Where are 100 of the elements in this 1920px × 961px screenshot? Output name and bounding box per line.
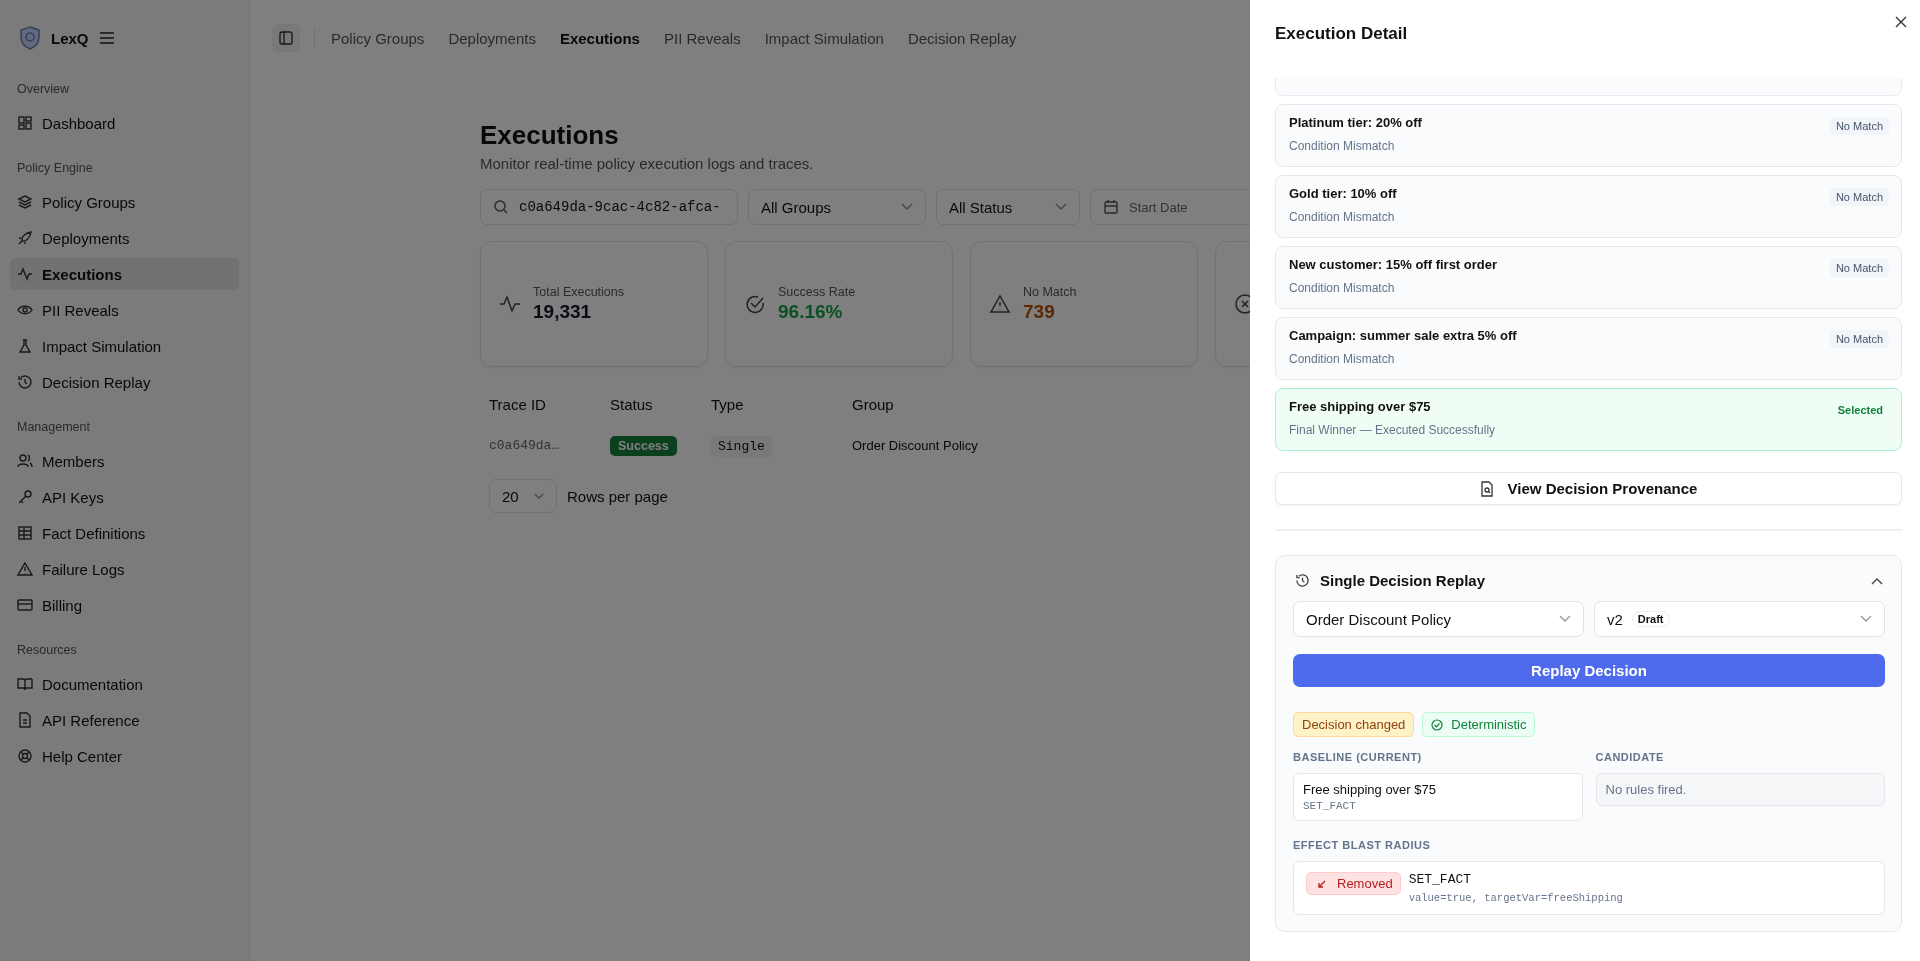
check-circle-icon (744, 293, 766, 315)
sidebar-item[interactable]: PII Reveals (10, 294, 239, 326)
rule-title: Free shipping over $75 (1303, 782, 1437, 797)
column-header: Status (610, 395, 654, 413)
chevron-down-icon (1860, 615, 1872, 623)
rule-reason: Condition Mismatch (1289, 210, 1396, 224)
flask-icon (17, 338, 33, 354)
effect-action: SET_FACT (1408, 872, 1473, 887)
sidebar-icon (278, 30, 294, 46)
status-badge: No Match (1829, 117, 1889, 135)
sidebar-item[interactable]: Failure Logs (10, 553, 239, 585)
arrow-down-left-icon (1317, 878, 1327, 889)
sidebar-item[interactable]: API Keys (10, 481, 239, 513)
sidebar-item[interactable]: Fact Definitions (10, 517, 239, 549)
replay-button[interactable]: Replay Decision (1293, 654, 1885, 687)
history-icon (1295, 573, 1310, 588)
calendar-icon (1103, 199, 1119, 215)
page-size-select[interactable]: 20 (489, 479, 557, 513)
menu-icon[interactable] (98, 31, 115, 45)
page-title: Executions (480, 120, 619, 151)
shield-logo-icon (19, 26, 41, 50)
search-icon (493, 199, 509, 215)
nav-tab[interactable]: Impact Simulation (764, 29, 884, 47)
sidebar-item[interactable]: Help Center (10, 740, 239, 772)
close-icon[interactable] (1895, 16, 1907, 28)
sidebar-item[interactable]: Deployments (10, 222, 239, 254)
rule-title: New customer: 15% off first order (1289, 257, 1498, 272)
decision-changed-badge: Decision changed (1293, 712, 1415, 737)
nav-tab[interactable]: PII Reveals (663, 29, 741, 47)
rule-reason: Final Winner — Executed Successfully (1289, 423, 1496, 437)
view-provenance-button[interactable]: View Decision Provenance (1275, 472, 1902, 505)
history-icon (17, 374, 33, 390)
nav-tab[interactable]: Decision Replay (907, 29, 1017, 47)
table-icon (17, 525, 33, 541)
nav-tab[interactable]: Executions (559, 29, 640, 47)
rule-reason: Condition Mismatch (1289, 281, 1396, 295)
sidebar-item[interactable]: API Reference (10, 704, 239, 736)
table-cell-text: Order Discount Policy (852, 437, 979, 453)
stat-value: 96.16% (778, 301, 844, 323)
deterministic-badge: Deterministic (1422, 712, 1536, 737)
draft-badge: Draft (1631, 611, 1670, 627)
rule-title: Platinum tier: 20% off (1289, 115, 1422, 130)
file-icon (17, 712, 33, 728)
rows-per-page-label: Rows per page (567, 487, 668, 505)
brand-name: LexQ (51, 29, 89, 47)
removed-badge: Removed (1306, 872, 1401, 895)
empty-message: No rules fired. (1605, 782, 1688, 797)
type-badge: Single (711, 436, 772, 457)
check-circle-icon (1431, 718, 1444, 731)
version-label: v2 (1607, 610, 1623, 628)
pulse-icon (499, 293, 521, 315)
sidebar-item[interactable]: Impact Simulation (10, 330, 239, 362)
stat-label: Total Executions (533, 285, 625, 299)
status-badge: Success (610, 436, 677, 456)
table-cell-text: c0a649da… (489, 437, 561, 453)
sidebar-item[interactable]: Executions (10, 258, 239, 290)
nav-tab[interactable]: Deployments (448, 29, 536, 47)
status-select[interactable]: All Status (936, 189, 1080, 225)
page-subtitle: Monitor real-time policy execution logs and traces. (480, 155, 814, 172)
chevron-down-icon (901, 203, 913, 211)
section-heading: Resources (16, 643, 78, 657)
rule-reason: Condition Mismatch (1289, 139, 1396, 153)
card-icon (17, 597, 33, 613)
warning-icon (17, 561, 33, 577)
chevron-down-icon (1055, 203, 1067, 211)
key-icon (17, 489, 33, 505)
column-header: Type (711, 395, 745, 413)
rule-title: Gold tier: 10% off (1289, 186, 1397, 201)
users-icon (17, 453, 33, 469)
section-heading: Policy Engine (16, 161, 94, 175)
sidebar-item[interactable]: Members (10, 445, 239, 477)
layers-icon (17, 194, 33, 210)
sidebar-item[interactable]: Billing (10, 589, 239, 621)
sidebar-item[interactable]: Decision Replay (10, 366, 239, 398)
policy-select[interactable]: Order Discount Policy (1293, 601, 1584, 637)
section-title: Single Decision Replay (1320, 572, 1487, 589)
status-badge: No Match (1829, 259, 1889, 277)
drawer-title: Execution Detail (1275, 24, 1408, 44)
version-select[interactable]: v2 Draft (1594, 601, 1885, 637)
nav-tab[interactable]: Policy Groups (331, 29, 425, 47)
action-type: SET_FACT (1303, 800, 1357, 812)
candidate-label: CANDIDATE (1595, 751, 1665, 763)
status-badge: No Match (1829, 330, 1889, 348)
section-heading: Overview (16, 82, 71, 96)
sidebar-item[interactable]: Dashboard (10, 107, 239, 139)
sidebar-item[interactable]: Documentation (10, 668, 239, 700)
rule-title: Free shipping over $75 (1289, 399, 1432, 414)
baseline-label: BASELINE (CURRENT) (1293, 751, 1423, 763)
sidebar-toggle-button[interactable] (272, 24, 300, 52)
chevron-up-icon[interactable] (1871, 576, 1883, 585)
grid-icon (17, 115, 33, 131)
lifebuoy-icon (17, 748, 33, 764)
chevron-down-icon (534, 492, 544, 500)
rocket-icon (17, 230, 33, 246)
group-select[interactable]: All Groups (748, 189, 926, 225)
sidebar-item[interactable]: Policy Groups (10, 186, 239, 218)
status-badge: No Match (1829, 188, 1889, 206)
search-field[interactable]: c0a649da-9cac-4c82-afca- (480, 189, 738, 225)
document-search-icon (1479, 480, 1494, 497)
effects-label: EFFECT BLAST RADIUS (1293, 839, 1432, 851)
